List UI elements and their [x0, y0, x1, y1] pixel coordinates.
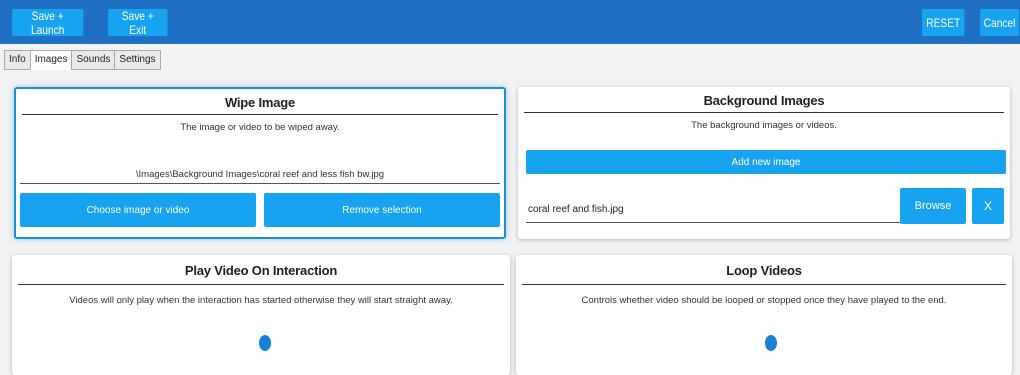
top-toolbar: Save + Launch Save + Exit RESET Cancel: [0, 0, 1020, 44]
tab-info[interactable]: Info: [4, 50, 30, 70]
background-images-description: The background images or videos.: [691, 120, 837, 131]
background-images-title: Background Images: [703, 93, 825, 108]
loop-videos-title: Loop Videos: [726, 263, 802, 278]
add-new-image-button[interactable]: Add new image: [526, 150, 1006, 174]
loop-videos-panel: Loop Videos Controls whether video shoul…: [516, 255, 1012, 375]
wipe-image-description: The image or video to be wiped away.: [180, 122, 340, 133]
remove-image-button[interactable]: X: [972, 188, 1004, 224]
play-video-divider: [18, 284, 504, 285]
tab-bar: Info Images Sounds Settings: [4, 50, 161, 70]
background-image-filename[interactable]: coral reef and fish.jpg: [528, 204, 624, 215]
play-video-description: Videos will only play when the interacti…: [69, 295, 453, 306]
reset-button[interactable]: RESET: [922, 9, 965, 36]
cancel-button[interactable]: Cancel: [980, 9, 1020, 36]
wipe-image-divider: [22, 114, 498, 115]
save-exit-button[interactable]: Save + Exit: [108, 9, 168, 37]
loop-videos-toggle[interactable]: [765, 335, 777, 351]
tab-settings[interactable]: Settings: [114, 50, 161, 70]
loop-videos-description: Controls whether video should be looped …: [581, 295, 947, 306]
browse-button[interactable]: Browse: [900, 188, 966, 224]
loop-videos-divider: [522, 284, 1006, 285]
save-launch-button[interactable]: Save + Launch: [12, 9, 84, 37]
background-images-panel: Background Images The background images …: [518, 87, 1010, 239]
play-video-toggle[interactable]: [259, 335, 271, 351]
remove-selection-button[interactable]: Remove selection: [264, 193, 500, 227]
choose-image-button[interactable]: Choose image or video: [20, 193, 256, 227]
wipe-image-path: \Images\Background Images\coral reef and…: [135, 169, 385, 180]
play-video-panel: Play Video On Interaction Videos will on…: [12, 255, 510, 375]
wipe-image-title: Wipe Image: [224, 95, 296, 110]
wipe-image-path-underline: [20, 183, 500, 184]
tab-sounds[interactable]: Sounds: [71, 50, 115, 70]
background-image-field-underline: [526, 222, 900, 223]
play-video-title: Play Video On Interaction: [184, 263, 338, 278]
background-images-divider: [524, 112, 1004, 113]
wipe-image-panel: Wipe Image The image or video to be wipe…: [14, 87, 506, 239]
tab-images[interactable]: Images: [29, 50, 72, 70]
